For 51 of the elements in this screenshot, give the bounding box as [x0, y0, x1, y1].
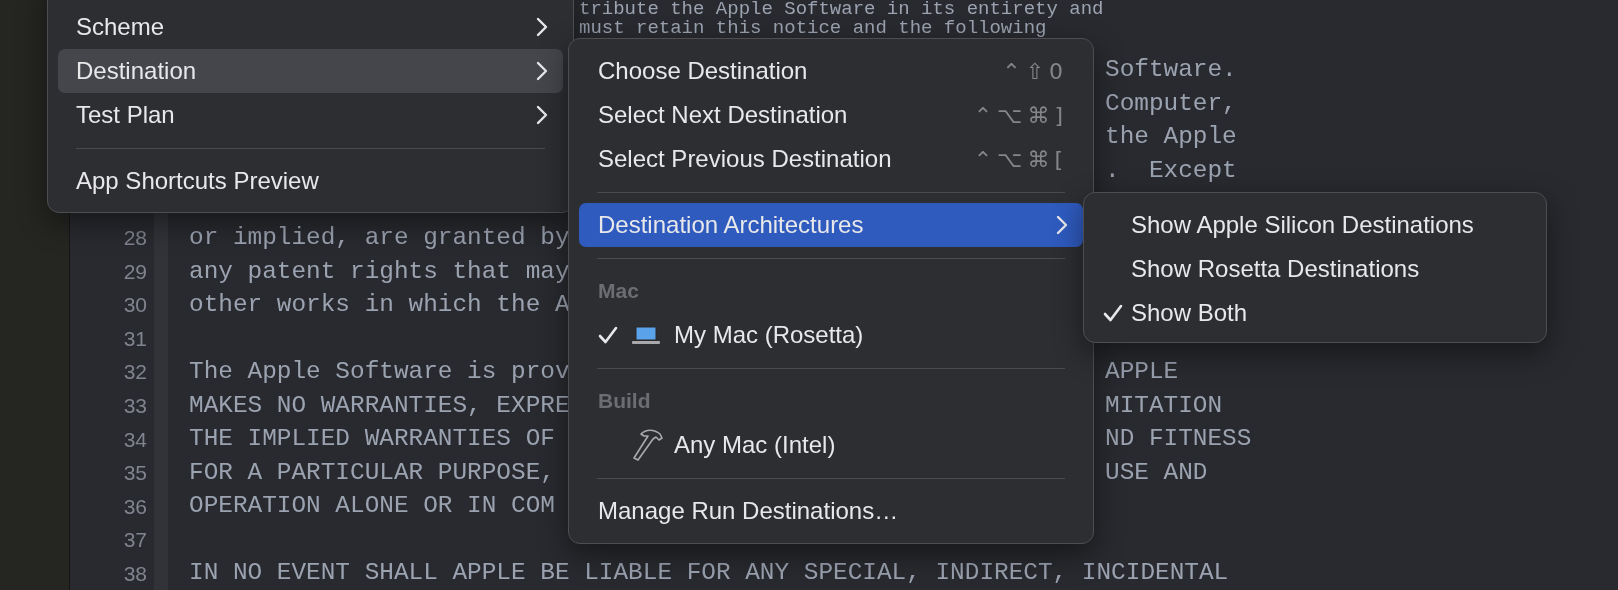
- menu-item[interactable]: Show Apple Silicon Destinations: [1094, 203, 1536, 247]
- line-number: 32: [123, 361, 147, 383]
- code-text: other works in which the A: [189, 291, 570, 320]
- menu-item[interactable]: App Shortcuts Preview: [58, 159, 563, 203]
- code-text: ND FITNESS: [1105, 425, 1252, 454]
- menu-item[interactable]: Manage Run Destinations…: [579, 489, 1083, 533]
- menu-item[interactable]: Show Rosetta Destinations: [1094, 247, 1536, 291]
- keyboard-shortcut: ⌃⌥⌘]: [973, 102, 1068, 128]
- menu-item[interactable]: Select Previous Destination ⌃⌥⌘[: [579, 137, 1083, 181]
- code-text: MITATION: [1105, 391, 1223, 420]
- code-text: or implied, are granted by: [189, 224, 570, 253]
- menu-item[interactable]: Any Mac (Intel): [579, 423, 1083, 467]
- menu-item[interactable]: My Mac (Rosetta): [579, 313, 1083, 357]
- line-number: 38: [123, 562, 147, 584]
- menu-item[interactable]: Show Both: [1094, 291, 1536, 335]
- code-text: IN NO EVENT SHALL APPLE BE LIABLE FOR ANY SPECIAL, INDIRECT, INCIDENTAL: [189, 559, 1229, 588]
- code-text: Software.: [1105, 56, 1237, 85]
- code-text: the Apple: [1105, 123, 1237, 152]
- code-text: The Apple Software is prov: [189, 358, 570, 387]
- hammer-icon: [632, 428, 664, 462]
- code-text: APPLE: [1105, 358, 1179, 387]
- code-text: any patent rights that may: [189, 257, 570, 286]
- line-number: 31: [123, 327, 147, 349]
- code-text: FOR A PARTICULAR PURPOSE,: [189, 458, 555, 487]
- menu-item[interactable]: Select Next Destination ⌃⌥⌘]: [579, 93, 1083, 137]
- menu-item[interactable]: Scheme: [58, 5, 563, 49]
- keyboard-shortcut: ⌃⇧0: [1002, 58, 1068, 84]
- menu-item[interactable]: Destination: [58, 49, 563, 93]
- line-number: 35: [123, 462, 147, 484]
- code-text: MAKES NO WARRANTIES, EXPRE: [189, 391, 570, 420]
- code-text: Computer,: [1105, 89, 1237, 118]
- code-text: must retain this notice and the following: [579, 19, 1047, 38]
- code-text: THE IMPLIED WARRANTIES OF: [189, 425, 555, 454]
- code-text: OPERATION ALONE OR IN COM: [189, 492, 555, 521]
- menu-item[interactable]: Test Plan: [58, 93, 563, 137]
- line-number: 30: [123, 294, 147, 316]
- line-number: 28: [123, 227, 147, 249]
- menu-item[interactable]: Destination Architectures: [579, 203, 1083, 247]
- code-text: . Except: [1105, 156, 1237, 185]
- line-number: 29: [123, 260, 147, 282]
- laptop-icon: [632, 325, 660, 345]
- keyboard-shortcut: ⌃⌥⌘[: [973, 146, 1068, 172]
- section-header: Build: [598, 389, 651, 413]
- line-number: 34: [123, 428, 147, 450]
- line-number: 33: [123, 395, 147, 416]
- menu-item[interactable]: Choose Destination ⌃⇧0: [579, 49, 1083, 93]
- line-number: 36: [123, 495, 147, 517]
- line-number: 37: [123, 529, 147, 551]
- code-text: USE AND: [1105, 458, 1208, 487]
- section-header: Mac: [598, 279, 639, 303]
- code-text: tribute the Apple Software in its entirety and: [579, 0, 1104, 19]
